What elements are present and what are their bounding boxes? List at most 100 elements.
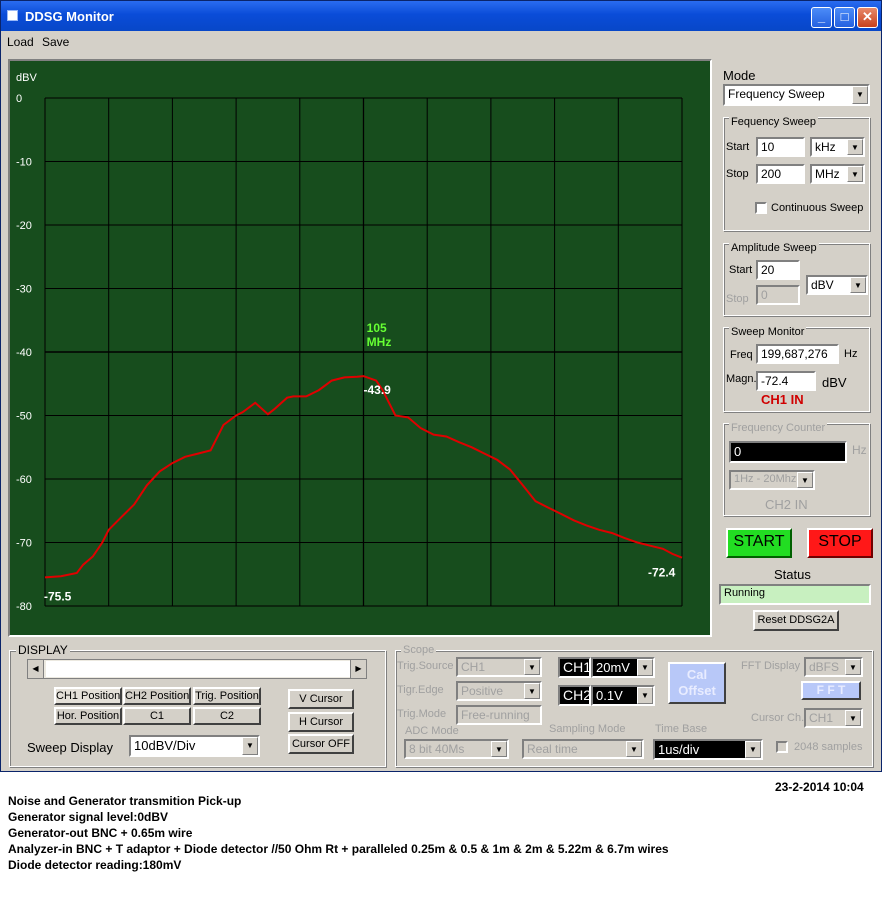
y-tick-label: -10 [16, 157, 32, 169]
fft-display-value: dBFS [809, 660, 840, 674]
spectrum-plot[interactable]: 0 -10 -20 -30 -40 -50 -60 -70 -80 dBV 105 MHz -43.9 -… [8, 59, 712, 637]
display-scrollbar[interactable]: ◀ ▶ [27, 659, 367, 679]
scrollbar-track[interactable] [46, 661, 352, 677]
app-icon [7, 10, 18, 21]
freq-start-unit-value: kHz [815, 140, 836, 154]
close-button[interactable]: ✕ [857, 7, 878, 28]
marker-frequency-label: 105 [367, 321, 387, 335]
frequency-counter-unit: Hz [852, 443, 867, 457]
menu-save[interactable]: Save [42, 35, 69, 49]
freq-stop-label: Stop [726, 168, 749, 180]
ch2-volts-value: 0.1V [596, 688, 623, 703]
trig-edge-select[interactable]: Positive ▼ [456, 681, 542, 701]
time-base-value: 1us/div [658, 742, 700, 757]
amp-unit-select[interactable]: dBV ▼ [806, 275, 868, 295]
marker-unit-label: MHz [367, 335, 392, 349]
status-label: Status [774, 567, 811, 582]
trig-source-select[interactable]: CH1 ▼ [456, 657, 542, 677]
trig-position-button[interactable]: Trig. Position [193, 687, 261, 705]
magn-unit-label: dBV [822, 375, 847, 390]
title-bar[interactable]: DDSG Monitor _ □ ✕ [1, 1, 881, 31]
chevron-down-icon: ▼ [637, 687, 653, 704]
chevron-down-icon: ▼ [850, 277, 866, 293]
menu-load[interactable]: Load [7, 35, 34, 49]
hor-position-button[interactable]: Hor. Position [54, 707, 122, 725]
y-tick-label: -80 [16, 601, 32, 613]
samples-2048-checkbox[interactable] [776, 741, 788, 753]
continuous-sweep-label: Continuous Sweep [771, 202, 864, 214]
display-title: DISPLAY [16, 643, 70, 657]
ch2-volts-select[interactable]: 0.1V ▼ [591, 685, 655, 706]
chevron-down-icon: ▼ [637, 659, 653, 676]
amp-stop-label: Stop [726, 293, 749, 305]
fft-button[interactable]: F F T [801, 681, 861, 700]
sampling-mode-label: Sampling Mode [549, 723, 626, 735]
freq-stop-unit-select[interactable]: MHz ▼ [810, 164, 865, 184]
reset-ddsg2a-button[interactable]: Reset DDSG2A [753, 610, 839, 631]
cursor-ch-select[interactable]: CH1 ▼ [804, 708, 863, 728]
frequency-counter-range-select[interactable]: 1Hz - 20Mhz ▼ [729, 470, 815, 490]
trig-edge-value: Positive [461, 684, 504, 698]
freq-stop-unit-value: MHz [815, 167, 840, 181]
ch1-volts-select[interactable]: 20mV ▼ [591, 657, 655, 678]
fft-display-select[interactable]: dBFS ▼ [804, 657, 863, 677]
status-readout: Running [719, 584, 871, 605]
c1-button[interactable]: C1 [123, 707, 191, 725]
cal-offset-button[interactable]: Cal Offset [668, 662, 726, 704]
sweep-display-label: Sweep Display [27, 740, 113, 755]
cursor-ch-label: Cursor Ch. [751, 712, 805, 724]
freq-readout: 199,687,276 [756, 344, 839, 364]
chevron-down-icon: ▼ [797, 472, 813, 488]
magn-readout: -72.4 [756, 371, 816, 391]
minimize-button[interactable]: _ [811, 7, 832, 28]
cursor-off-button[interactable]: Cursor OFF [288, 734, 354, 754]
mode-value: Frequency Sweep [728, 87, 825, 101]
sweep-display-select[interactable]: 10dBV/Div ▼ [129, 735, 260, 757]
freq-stop-input[interactable]: 200 [756, 164, 805, 184]
ch1-in-label: CH1 IN [761, 392, 804, 407]
ch1-position-button[interactable]: CH1 Position [54, 687, 122, 705]
y-tick-label: -40 [16, 347, 32, 359]
frequency-sweep-title: Fequency Sweep [729, 116, 818, 128]
trig-mode-select[interactable]: Free-running [456, 705, 542, 725]
time-base-label: Time Base [655, 723, 708, 735]
chevron-down-icon: ▼ [491, 741, 507, 757]
frequency-counter-readout: 0 [729, 441, 847, 463]
note-line-1: Noise and Generator transmition Pick-up [8, 794, 242, 808]
ch2-position-button[interactable]: CH2 Position [123, 687, 191, 705]
continuous-sweep-checkbox[interactable] [755, 202, 767, 214]
chevron-down-icon: ▼ [845, 659, 861, 675]
chevron-down-icon: ▼ [847, 166, 863, 182]
c2-button[interactable]: C2 [193, 707, 261, 725]
sampling-mode-select[interactable]: Real time ▼ [522, 739, 644, 759]
amp-stop-input[interactable]: 0 [756, 285, 800, 305]
scroll-left-icon[interactable]: ◀ [28, 660, 44, 678]
start-value-label: -75.5 [44, 589, 72, 603]
y-tick-label: 0 [16, 93, 22, 105]
amp-start-input[interactable]: 20 [756, 260, 800, 280]
maximize-button[interactable]: □ [834, 7, 855, 28]
fft-display-label: FFT Display [741, 660, 801, 672]
end-value-label: -72.4 [648, 566, 676, 580]
scroll-right-icon[interactable]: ▶ [350, 660, 366, 678]
y-tick-label: -60 [16, 474, 32, 486]
trig-edge-label: Tigr.Edge [397, 684, 444, 696]
stop-button[interactable]: STOP [807, 528, 873, 558]
freq-start-unit-select[interactable]: kHz ▼ [810, 137, 865, 157]
ch2-scope-label: CH2 [558, 685, 591, 706]
v-cursor-button[interactable]: V Cursor [288, 689, 354, 709]
freq-start-input[interactable]: 10 [756, 137, 805, 157]
y-axis-unit-label: dBV [16, 72, 37, 84]
ch1-volts-value: 20mV [596, 660, 630, 675]
frequency-counter-range-value: 1Hz - 20Mhz [734, 473, 797, 485]
h-cursor-button[interactable]: H Cursor [288, 712, 354, 732]
note-line-4: Analyzer-in BNC + T adaptor + Diode dete… [8, 842, 669, 856]
start-button[interactable]: START [726, 528, 792, 558]
trig-source-label: Trig.Source [397, 660, 454, 672]
adc-mode-select[interactable]: 8 bit 40Ms ▼ [404, 739, 509, 759]
time-base-select[interactable]: 1us/div ▼ [653, 739, 763, 760]
samples-2048-label: 2048 samples [794, 741, 863, 753]
window-title: DDSG Monitor [25, 9, 114, 24]
mode-select[interactable]: Frequency Sweep ▼ [723, 84, 870, 106]
ch1-scope-label: CH1 [558, 657, 591, 678]
